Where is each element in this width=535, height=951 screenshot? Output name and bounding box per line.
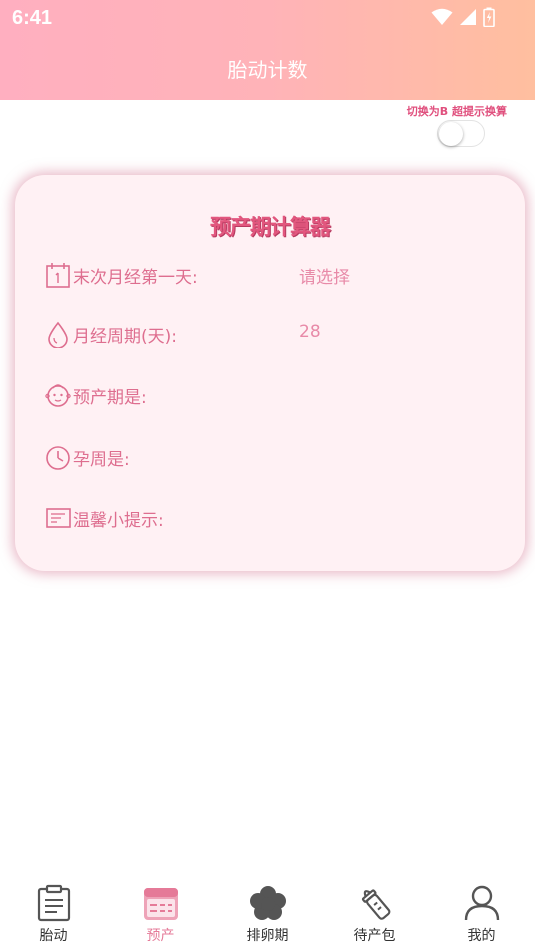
baby-face-icon (45, 384, 71, 407)
gestational-week-row: 孕周是: (45, 445, 515, 475)
status-bar: 6:41 (0, 0, 535, 36)
bottom-tab-bar: 胎动 预产 排卵期 待产包 我的 (0, 876, 535, 951)
cycle-length-label: 月经周期(天): (73, 327, 177, 347)
tab-label: 排卵期 (246, 928, 289, 944)
cycle-length-row[interactable]: 月经周期(天): 28 (45, 321, 515, 352)
page-title: 胎动计数 (227, 58, 308, 82)
battery-icon (483, 7, 495, 27)
mode-toggle-switch[interactable] (437, 120, 485, 147)
due-date-calculator-card: 预产期计算器 末次月经第一天: 请选择 月经周期(天): 28 预产期是: 孕周… (15, 175, 525, 571)
baby-bottle-icon (361, 889, 391, 920)
calendar-icon (144, 888, 178, 920)
last-period-row[interactable]: 末次月经第一天: 请选择 (45, 263, 515, 293)
signal-icon (460, 9, 476, 25)
person-icon (464, 885, 500, 921)
tab-profile[interactable]: 我的 (428, 876, 535, 951)
tips-row: 温馨小提示: (45, 506, 515, 536)
toggle-knob (439, 122, 463, 146)
tab-label: 待产包 (353, 928, 396, 944)
cycle-length-value[interactable]: 28 (299, 322, 321, 342)
last-period-label: 末次月经第一天: (73, 268, 198, 288)
mode-switch-label: 切换为B 超提示换算 (406, 105, 507, 118)
clock-icon (46, 446, 70, 470)
gestational-week-label: 孕周是: (73, 450, 130, 470)
note-icon (46, 508, 71, 528)
status-time: 6:41 (12, 7, 53, 29)
tab-label: 预产 (146, 928, 175, 944)
due-date-label: 预产期是: (73, 388, 147, 408)
calculator-title: 预产期计算器 (210, 215, 331, 239)
clipboard-icon (37, 884, 71, 922)
tab-ovulation[interactable]: 排卵期 (214, 876, 321, 951)
tab-label: 胎动 (39, 928, 68, 944)
tab-due-date[interactable]: 预产 (107, 876, 214, 951)
last-period-select[interactable]: 请选择 (299, 263, 350, 288)
tab-fetal-movement[interactable]: 胎动 (0, 876, 107, 951)
status-icons (431, 7, 495, 27)
calendar-icon (46, 263, 70, 288)
tab-label: 我的 (467, 928, 496, 944)
drop-icon (48, 321, 68, 348)
tab-hospital-bag[interactable]: 待产包 (321, 876, 428, 951)
flower-icon (250, 886, 286, 920)
due-date-row: 预产期是: (45, 383, 515, 413)
wifi-icon (431, 8, 453, 25)
app-header: 6:41 胎动计数 (0, 0, 535, 100)
tips-label: 温馨小提示: (73, 511, 164, 531)
